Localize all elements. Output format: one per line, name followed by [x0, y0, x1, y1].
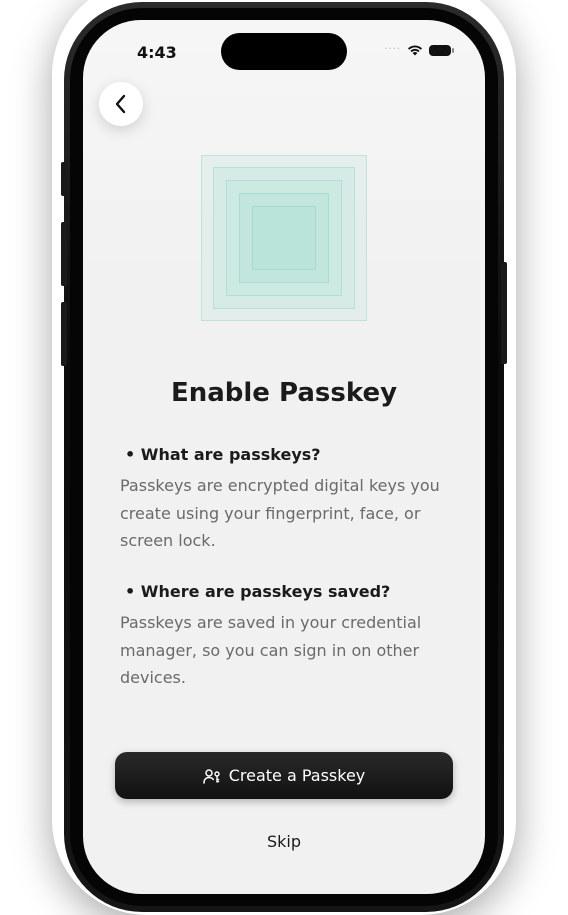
volume-up-button	[61, 222, 67, 286]
page-title: Enable Passkey	[170, 378, 398, 408]
create-passkey-button[interactable]: Create a Passkey	[115, 752, 453, 799]
volume-down-button	[61, 302, 67, 366]
section-heading-what: • What are passkeys?	[125, 445, 321, 464]
section-body-where: Passkeys are saved in your credential ma…	[120, 613, 422, 687]
status-time: 4:43	[137, 43, 177, 62]
section-heading-where: • Where are passkeys saved?	[125, 582, 391, 601]
section-body-what: Passkeys are encrypted digital keys you …	[120, 476, 440, 550]
skip-button[interactable]: Skip	[83, 832, 485, 851]
wifi-icon	[408, 45, 422, 56]
illustration-square-5	[252, 206, 316, 270]
chevron-left-icon	[115, 94, 126, 114]
signal-indicator: ····	[384, 44, 401, 55]
back-button[interactable]	[99, 82, 143, 126]
user-key-icon	[202, 768, 220, 784]
dynamic-island	[221, 33, 347, 70]
create-passkey-label: Create a Passkey	[228, 766, 366, 785]
battery-icon	[429, 44, 454, 56]
silent-switch	[61, 162, 67, 196]
device-stage: 4:43 ···· Enable Passkey • What are pass…	[0, 0, 568, 915]
power-button	[501, 262, 507, 364]
app-screen: 4:43 ···· Enable Passkey • What are pass…	[83, 20, 485, 894]
nested-squares-icon	[201, 155, 367, 321]
status-icons: ····	[384, 44, 454, 56]
